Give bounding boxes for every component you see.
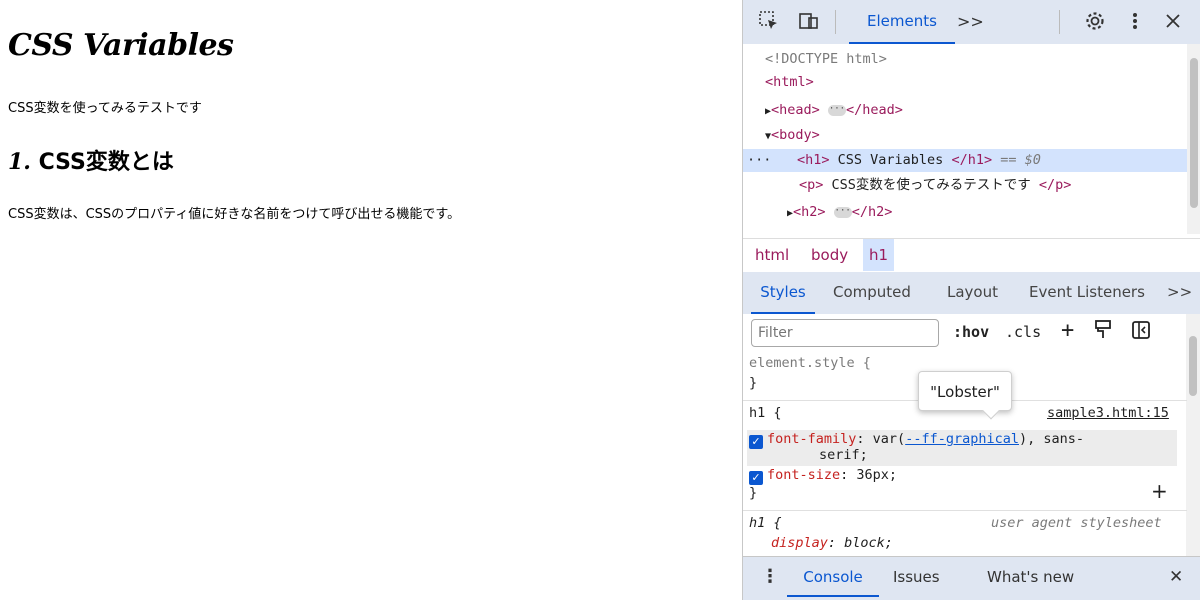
font-family-declaration[interactable]: ✓ font-family: var(--ff-graphical), sans- (749, 430, 1084, 449)
p-close-tag: </p> (1038, 177, 1072, 193)
selected-node-marker: == $0 (992, 152, 1041, 168)
tab-issues[interactable]: Issues (893, 557, 940, 597)
hover-state-button[interactable]: :hov (953, 323, 989, 341)
paint-roller-icon[interactable] (1093, 319, 1113, 345)
close-drawer-icon[interactable]: ✕ (1169, 557, 1183, 597)
add-property-button[interactable]: + (1151, 481, 1168, 501)
page-heading-h2: 1. CSS変数とは (8, 144, 174, 176)
kebab-menu-icon[interactable] (1123, 10, 1147, 34)
property-value[interactable]: : 36px; (840, 467, 897, 483)
more-tabs-button[interactable]: >> (957, 12, 984, 31)
collapsed-ellipsis-icon[interactable]: ··· (827, 104, 846, 116)
property-name[interactable]: font-family (767, 431, 856, 447)
tab-layout[interactable]: Layout (947, 272, 998, 314)
tab-elements[interactable]: Elements (849, 0, 955, 44)
dom-node-body[interactable]: ▼<body> (743, 124, 1187, 147)
head-close-tag: </head> (845, 102, 903, 118)
collapsed-ellipsis-icon[interactable]: ··· (833, 206, 852, 218)
node-actions-icon[interactable]: ··· (747, 149, 797, 172)
css-variable-tooltip: "Lobster" (918, 371, 1012, 411)
drawer-menu-icon[interactable]: ⋮ (761, 557, 779, 597)
filter-input[interactable] (751, 319, 939, 347)
property-value: : block; (827, 535, 893, 551)
h2-text: CSS変数とは (30, 150, 174, 175)
display-declaration: display: block; (771, 534, 893, 552)
device-toolbar-icon[interactable] (797, 10, 821, 34)
dom-node-p[interactable]: <p> CSS変数を使ってみるテストです </p> (743, 174, 1187, 197)
ua-source-label: user agent stylesheet (991, 515, 1162, 531)
console-drawer-toolbar: ⋮ Console Issues What's new ✕ (743, 556, 1200, 600)
h2-number: 1. (8, 149, 31, 175)
devtools-panel: Elements >> <!DOCTYPE html> <html> ▶<hea… (742, 0, 1200, 600)
p-node-text: CSS変数を使ってみるテストです (823, 177, 1039, 193)
toggle-sidebar-icon[interactable] (1131, 320, 1151, 344)
page-viewport: CSS Variables CSS変数を使ってみるテストです 1. CSS変数と… (0, 0, 742, 600)
page-heading-h1: CSS Variables (8, 28, 234, 63)
tab-computed[interactable]: Computed (833, 272, 911, 314)
breadcrumb-body[interactable]: body (805, 239, 854, 271)
styles-scrollbar-thumb[interactable] (1189, 336, 1197, 396)
rule-divider (743, 510, 1187, 511)
body-open-tag: <body> (771, 127, 820, 143)
head-open-tag: <head> (771, 102, 820, 118)
property-checkbox[interactable]: ✓ (749, 471, 763, 485)
rule-close-brace: } (749, 485, 758, 501)
ua-rule-selector: h1 { (749, 515, 782, 531)
page-paragraph-1: CSS変数を使ってみるテストです (8, 101, 202, 116)
tab-styles[interactable]: Styles (751, 272, 815, 314)
styles-pane-tabs: Styles Computed Layout Event Listeners >… (743, 272, 1200, 314)
page-paragraph-2: CSS変数は、CSSのプロパティ値に好きな名前をつけて呼び出せる機能です。 (8, 207, 461, 222)
h1-open-tag: <h1> (797, 152, 830, 168)
tab-console[interactable]: Console (787, 557, 879, 597)
gear-icon[interactable] (1083, 10, 1107, 34)
tab-whats-new[interactable]: What's new (987, 557, 1074, 597)
class-toggle-button[interactable]: .cls (1005, 323, 1041, 341)
dom-node-h2[interactable]: ▶<h2> ···</h2> (743, 201, 1187, 224)
inspect-element-icon[interactable] (757, 10, 781, 34)
doctype-text: <!DOCTYPE html> (765, 51, 887, 67)
property-checkbox[interactable]: ✓ (749, 435, 763, 449)
dom-node-doctype[interactable]: <!DOCTYPE html> (743, 48, 1187, 71)
h1-rule-selector: h1 { (749, 405, 782, 421)
element-style-selector: element.style { (749, 355, 871, 371)
h2-open-tag: <h2> (793, 204, 826, 220)
h1-close-tag: </h1> (951, 152, 993, 168)
rule-source-link[interactable]: sample3.html:15 (1047, 404, 1169, 422)
tab-event-listeners[interactable]: Event Listeners (1029, 272, 1145, 314)
p-open-tag: <p> (799, 177, 824, 193)
property-name[interactable]: font-size (767, 467, 840, 483)
styles-scrollbar[interactable] (1186, 314, 1200, 556)
dom-tree: <!DOCTYPE html> <html> ▶<head> ···</head… (743, 44, 1200, 234)
h1-node-text: CSS Variables (829, 152, 952, 168)
toolbar-divider (835, 10, 836, 34)
dom-scrollbar-thumb[interactable] (1190, 58, 1198, 208)
property-name: display (771, 535, 828, 551)
h2-close-tag: </h2> (851, 204, 893, 220)
close-icon[interactable] (1161, 10, 1185, 34)
new-style-rule-button[interactable]: + (1061, 318, 1074, 343)
dom-node-head[interactable]: ▶<head> ···</head> (743, 99, 1187, 122)
styles-filter-toolbar: :hov .cls + (743, 314, 1200, 352)
breadcrumb-html[interactable]: html (749, 239, 795, 271)
toolbar-divider (1059, 10, 1060, 34)
property-value-wrap: serif; (819, 447, 868, 463)
property-value[interactable]: ), sans- (1019, 431, 1084, 447)
devtools-toolbar: Elements >> (743, 0, 1200, 44)
breadcrumb: html body h1 (743, 238, 1200, 271)
css-variable-link[interactable]: --ff-graphical (905, 431, 1019, 447)
dom-node-h1-selected[interactable]: ··· <h1> CSS Variables </h1> == $0 (743, 149, 1187, 172)
breadcrumb-h1[interactable]: h1 (863, 239, 895, 271)
font-size-declaration[interactable]: ✓ font-size: 36px; (749, 466, 897, 485)
dom-scrollbar[interactable] (1187, 44, 1200, 234)
more-tabs-button[interactable]: >> (1167, 272, 1192, 314)
rule-close-brace: } (749, 375, 758, 391)
html-tag: <html> (765, 74, 814, 90)
dom-node-html[interactable]: <html> (743, 71, 1187, 94)
